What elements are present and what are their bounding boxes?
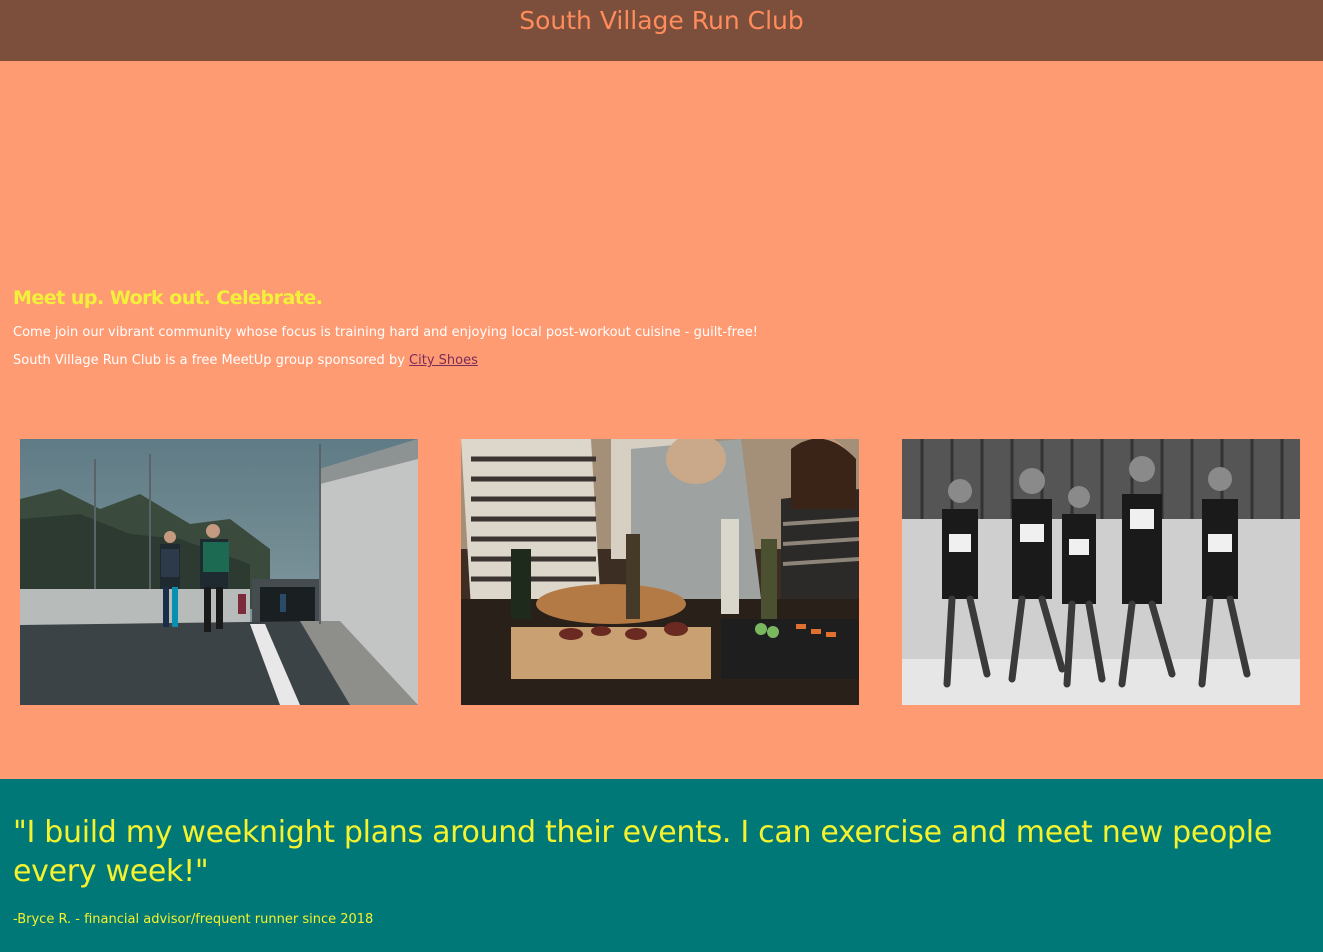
site-title: South Village Run Club	[519, 6, 804, 35]
sponsor-link[interactable]: City Shoes	[409, 353, 478, 368]
testimonial-quote: "I build my weeknight plans around their…	[13, 815, 1272, 889]
testimonial-section: "I build my weeknight plans around their…	[0, 779, 1323, 952]
sponsor-line: South Village Run Club is a free MeetUp …	[13, 353, 478, 368]
sponsor-text: South Village Run Club is a free MeetUp …	[13, 353, 410, 368]
dining-friends-photo	[461, 439, 859, 705]
hero-intro: Come join our vibrant community whose fo…	[13, 325, 758, 340]
site-header: South Village Run Club	[0, 0, 1323, 61]
marathon-runners-photo	[902, 439, 1300, 705]
hero-section: Meet up. Work out. Celebrate. Come join …	[0, 61, 1323, 779]
hero-tagline: Meet up. Work out. Celebrate.	[13, 287, 323, 309]
testimonial-attribution: -Bryce R. - financial advisor/frequent r…	[13, 912, 374, 927]
runners-road-photo	[20, 439, 418, 705]
